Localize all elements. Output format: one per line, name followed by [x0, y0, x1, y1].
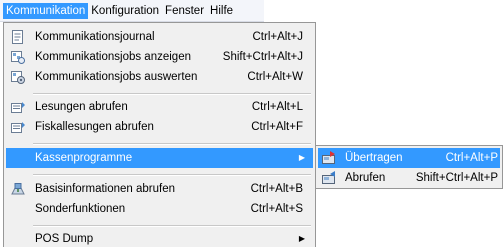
- submenu-arrow-icon: ▶: [298, 234, 305, 243]
- submenu-item-label: Abrufen: [345, 172, 386, 184]
- submenu-arrow-icon: ▶: [298, 153, 305, 162]
- menubar-fenster[interactable]: Fenster: [162, 3, 207, 19]
- menu-separator: [33, 225, 311, 227]
- transfer-icon: [322, 151, 335, 164]
- menu-separator: [33, 143, 311, 145]
- menu-separator: [33, 93, 311, 95]
- menu-item-label: Basisinformationen abrufen: [35, 183, 175, 195]
- menu-item-fiskallesungen-abrufen[interactable]: Fiskallesungen abrufen Ctrl+Alt+F: [6, 117, 313, 137]
- menu-item-lesungen-abrufen[interactable]: Lesungen abrufen Ctrl+Alt+L: [6, 97, 313, 117]
- menu-item-sonderfunktionen[interactable]: Sonderfunktionen Ctrl+Alt+S: [6, 199, 313, 219]
- menubar-konfiguration[interactable]: Konfiguration: [88, 3, 162, 19]
- submenu-item-uebertragen[interactable]: Übertragen Ctrl+Alt+P: [318, 148, 500, 168]
- menu-item-label: Fiskallesungen abrufen: [35, 121, 154, 133]
- submenu-item-shortcut: Shift+Ctrl+Alt+P: [415, 172, 498, 184]
- jobs-view-icon: [11, 51, 25, 64]
- menu-item-label: Kommunikationsjobs anzeigen: [35, 51, 191, 63]
- menu-item-label: Lesungen abrufen: [35, 101, 128, 113]
- menu-item-shortcut: Ctrl+Alt+F: [251, 121, 303, 133]
- submenu-item-label: Übertragen: [345, 152, 403, 164]
- menu-item-shortcut: Ctrl+Alt+L: [251, 101, 303, 113]
- menu-item-label: Kommunikationsjobs auswerten: [35, 71, 198, 83]
- journal-icon: [12, 30, 23, 44]
- menu-item-shortcut: Ctrl+Alt+J: [252, 31, 304, 43]
- menu-item-kassenprogramme[interactable]: Kassenprogramme ▶: [6, 148, 313, 168]
- kassenprogramme-submenu: Übertragen Ctrl+Alt+P Abrufen Shift+Ctrl…: [315, 145, 503, 189]
- menu-item-pos-dump[interactable]: POS Dump ▶: [6, 229, 313, 249]
- menu-item-shortcut: Ctrl+Alt+S: [250, 203, 303, 215]
- menu-item-label: Kassenprogramme: [35, 152, 133, 164]
- menu-item-label: Sonderfunktionen: [35, 203, 126, 215]
- submenu-item-shortcut: Ctrl+Alt+P: [445, 152, 498, 164]
- menu-item-label: POS Dump: [35, 233, 94, 245]
- menu-item-kommunikationsjobs-auswerten[interactable]: Kommunikationsjobs auswerten Ctrl+Alt+W: [6, 67, 313, 87]
- menu-item-shortcut: Shift+Ctrl+Alt+J: [222, 51, 303, 63]
- fiscal-readings-icon: [11, 122, 25, 133]
- kommunikation-dropdown: Kommunikationsjournal Ctrl+Alt+J Kommuni…: [3, 22, 316, 247]
- menu-separator: [33, 174, 311, 176]
- readings-icon: [11, 102, 25, 113]
- menu-item-label: Kommunikationsjournal: [35, 31, 155, 43]
- menu-item-kommunikationsjobs-anzeigen[interactable]: Kommunikationsjobs anzeigen Shift+Ctrl+A…: [6, 47, 313, 67]
- jobs-evaluate-icon: [11, 71, 25, 84]
- menu-bar: Kommunikation Konfiguration Fenster Hilf…: [0, 0, 264, 22]
- menu-item-shortcut: Ctrl+Alt+W: [247, 71, 303, 83]
- menu-item-kommunikationsjournal[interactable]: Kommunikationsjournal Ctrl+Alt+J: [6, 27, 313, 47]
- retrieve-icon: [322, 171, 335, 184]
- menu-item-shortcut: Ctrl+Alt+B: [250, 183, 303, 195]
- base-info-icon: [11, 183, 25, 195]
- submenu-item-abrufen[interactable]: Abrufen Shift+Ctrl+Alt+P: [318, 168, 500, 188]
- menubar-hilfe[interactable]: Hilfe: [207, 3, 236, 19]
- menubar-kommunikation[interactable]: Kommunikation: [3, 2, 89, 19]
- menu-item-basisinformationen-abrufen[interactable]: Basisinformationen abrufen Ctrl+Alt+B: [6, 179, 313, 199]
